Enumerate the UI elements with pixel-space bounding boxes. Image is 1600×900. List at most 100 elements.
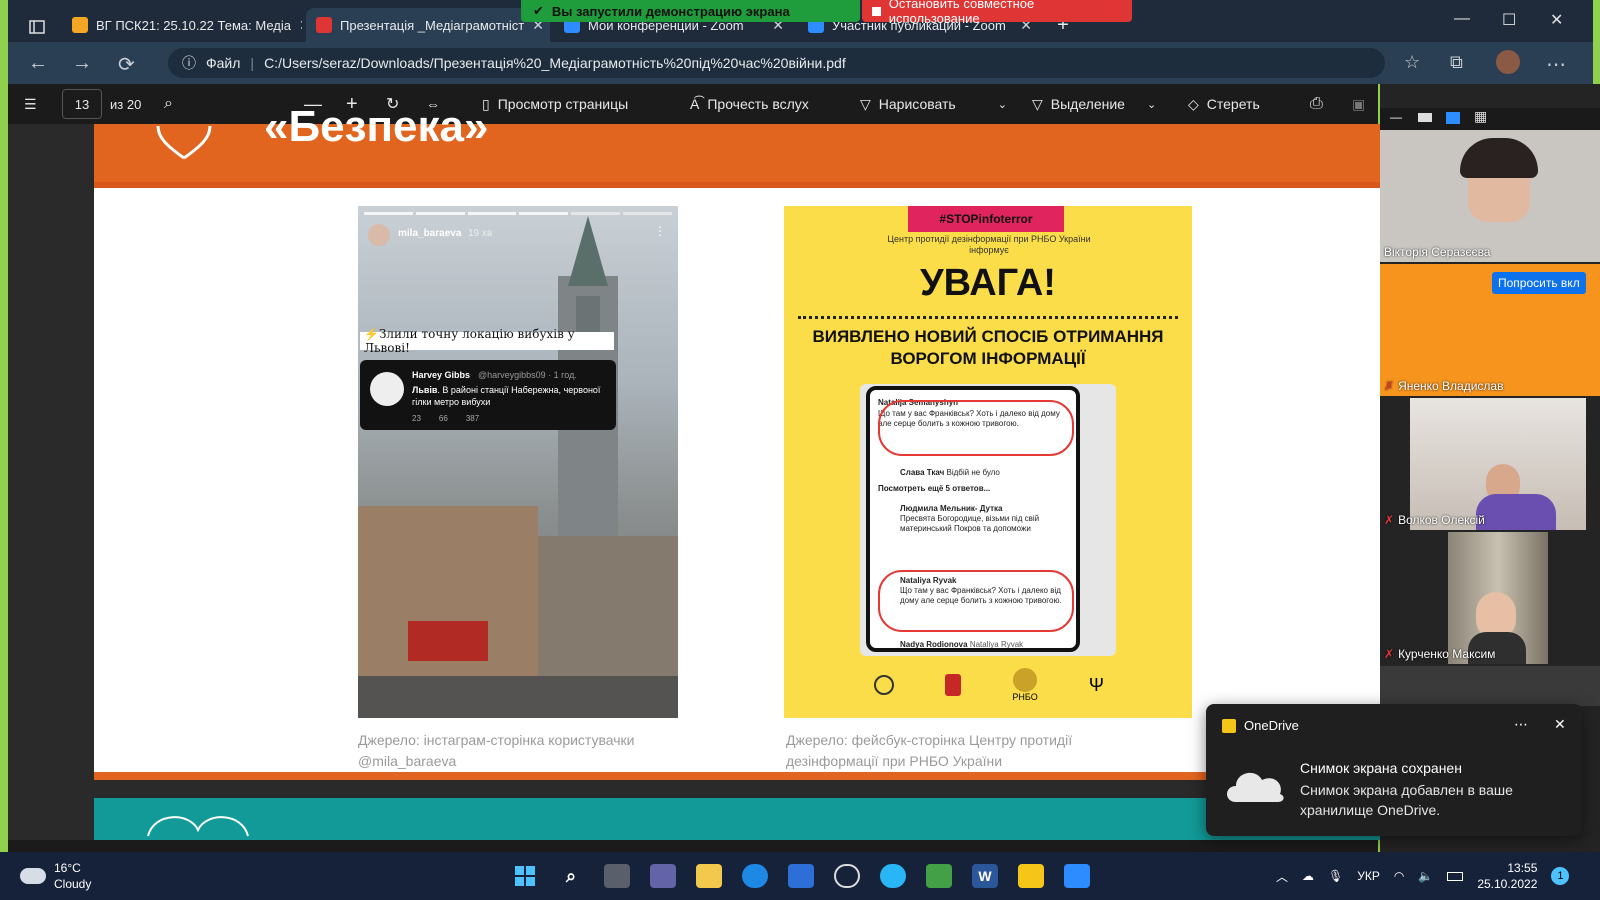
page-total: из 20 <box>110 96 142 112</box>
share-banner-text: Вы запустили демонстрацию экрана <box>551 3 790 19</box>
more-replies-link: Посмотреть ещё 5 ответов... <box>878 484 991 493</box>
highlighter-icon: ▽ <box>1032 95 1043 112</box>
tweet-text-body: . В районі станції Набережна, червоної г… <box>412 385 601 407</box>
comment-text: Nataliya Ryvak <box>969 640 1024 649</box>
reload-icon[interactable]: ⟳ <box>118 52 135 77</box>
reply-count: 23 <box>412 414 421 423</box>
phone-screenshot: Natalija Semanyshyn Що там у вас Франків… <box>860 384 1116 656</box>
read-aloud-icon: A͡ <box>690 96 700 112</box>
more-icon[interactable]: ⋯ <box>1546 52 1566 77</box>
app-icon[interactable] <box>834 864 860 888</box>
close-icon[interactable]: ✕ <box>299 17 302 34</box>
participant-tile[interactable]: ✗ Волков Олексій <box>1380 398 1600 530</box>
wifi-icon[interactable]: ◠ <box>1394 869 1404 883</box>
print-icon[interactable]: ⎙ <box>1310 84 1323 124</box>
tab-actions-icon[interactable] <box>22 10 52 44</box>
participant-tile[interactable]: ✗ Курченко Максим <box>1380 532 1600 664</box>
notepad-icon[interactable] <box>926 864 952 888</box>
collections-icon[interactable]: ⧉ <box>1450 52 1463 73</box>
more-icon[interactable]: ⋯ <box>1514 716 1528 733</box>
chevron-up-icon[interactable]: ︿ <box>1276 868 1288 885</box>
strip-view-icon[interactable] <box>1418 113 1432 122</box>
request-unmute-button[interactable]: Попросить вкл <box>1492 272 1586 294</box>
close-icon[interactable]: ✕ <box>1554 716 1566 733</box>
url-separator: | <box>250 55 255 71</box>
search-icon[interactable]: ⌕ <box>558 864 584 888</box>
notification-badge[interactable]: 1 <box>1551 867 1570 885</box>
forward-icon[interactable]: → <box>72 52 92 75</box>
teams-chat-icon[interactable] <box>650 864 676 888</box>
microsoft-store-icon[interactable] <box>788 864 814 888</box>
onedrive-tray-icon[interactable]: ☁ <box>1302 869 1314 883</box>
url-field[interactable]: ⓘ Файл | C:/Users/seraz/Downloads/Презен… <box>168 48 1385 78</box>
language-indicator[interactable]: УКР <box>1357 869 1380 883</box>
maximize-icon[interactable]: ☐ <box>1502 10 1516 30</box>
favorites-icon[interactable]: ☆ <box>1404 52 1420 73</box>
minimize-icon[interactable]: — <box>1390 110 1402 124</box>
zoom-gallery-controls: — ▦ <box>1380 108 1600 130</box>
save-icon[interactable]: ▣ <box>1352 84 1365 124</box>
read-aloud-button[interactable]: A͡ Прочесть вслух <box>690 84 809 124</box>
participant-tile[interactable] <box>1380 666 1600 706</box>
highlight-label: Выделение <box>1050 96 1125 112</box>
participant-tile[interactable]: Вікторія Серазєєва <box>1380 130 1600 262</box>
back-icon[interactable]: ← <box>28 52 48 75</box>
erase-button[interactable]: ◇ Стереть <box>1188 84 1260 124</box>
tab-presentation[interactable]: Презентація _Медіаграмотніст ✕ <box>306 8 550 42</box>
participant-tile[interactable]: Попросить вкл ✗ Яненко Владислав <box>1380 264 1600 396</box>
file-explorer-icon[interactable] <box>696 864 722 888</box>
instagram-story-image: mila_baraeva 19 хв ⋮ ⚡Злили точну локаці… <box>358 206 678 718</box>
participant-name: ✗ Волков Олексій <box>1384 513 1485 527</box>
comment-item: Nadya Rodionova Nataliya Ryvak <box>900 640 1076 649</box>
battery-icon[interactable] <box>1447 871 1464 881</box>
participant-name: ✗ Яненко Владислав <box>1384 379 1503 393</box>
url-text: C:/Users/seraz/Downloads/Презентація%20_… <box>264 55 846 71</box>
gallery-view-icon[interactable]: ▦ <box>1474 108 1487 125</box>
comment-author: Людмила Мельник- Дутка <box>900 504 1003 513</box>
microphone-icon[interactable]: 🎙 <box>1328 869 1343 883</box>
slide-header-text: «Безпека» <box>264 102 489 151</box>
trident-icon: Ψ <box>1088 674 1104 695</box>
tab-vg-psk21[interactable]: ВГ ПСК21: 25.10.22 Тема: Медіа ✕ <box>62 8 302 42</box>
chevron-down-icon[interactable]: ⌄ <box>998 98 1007 111</box>
clock[interactable]: 13:55 25.10.2022 <box>1477 860 1537 892</box>
contents-icon[interactable]: ☰ <box>24 84 37 124</box>
edge-browser-icon[interactable] <box>742 864 768 888</box>
weather-temp: 16°C <box>54 861 81 875</box>
stop-share-button[interactable]: Остановить совместное использование <box>862 0 1132 26</box>
highlight-circle <box>878 570 1074 632</box>
slide-header-line <box>94 182 1380 188</box>
close-window-icon[interactable]: ✕ <box>1550 10 1563 30</box>
participant-hair <box>1460 138 1538 178</box>
onedrive-notification[interactable]: OneDrive ⋯ ✕ Снимок экрана сохранен Сним… <box>1206 704 1582 836</box>
draw-button[interactable]: ▽ Нарисовать ⌄ <box>860 84 1007 124</box>
poster-org: Центр протидії дезінформації при РНБО Ук… <box>887 234 1091 255</box>
participant-name: Вікторія Серазєєва <box>1384 245 1490 259</box>
slide-page: «Безпека» mila_baraeva 19 хв ⋮ ⚡Злили то… <box>94 102 1380 780</box>
minimize-icon[interactable]: — <box>1454 10 1470 28</box>
caption-right: Джерело: фейсбук-сторінка Центру протиді… <box>786 732 1073 769</box>
chevron-down-icon[interactable]: ⌄ <box>1147 98 1156 111</box>
comment-item: Слава Ткач Відбій не було <box>900 468 1070 477</box>
speaker-view-icon[interactable] <box>1446 112 1460 124</box>
page-number-input[interactable]: 13 <box>62 89 102 119</box>
page-view-button[interactable]: ▯ Просмотр страницы <box>482 84 628 124</box>
volume-icon[interactable]: 🔈 <box>1418 869 1433 883</box>
toast-header: OneDrive <box>1222 718 1299 733</box>
comment-text: Пресвята Богородице, візьми під свій мат… <box>900 514 1040 533</box>
windows-start-icon[interactable] <box>512 864 538 888</box>
profile-avatar[interactable] <box>1496 50 1520 74</box>
weather-widget[interactable]: 16°C Cloudy <box>20 852 91 900</box>
task-view-icon[interactable] <box>604 864 630 888</box>
tweet-text: Львів. В районі станції Набережна, черво… <box>412 384 608 408</box>
highlight-button[interactable]: ▽ Выделение ⌄ <box>1032 84 1156 124</box>
erase-label: Стереть <box>1206 96 1260 112</box>
caption-left: Джерело: інстаграм-сторінка користувачки… <box>358 732 635 769</box>
onedrive-icon[interactable] <box>1018 864 1044 888</box>
poster-subtitle: ВИЯВЛЕНО НОВИЙ СПОСІБ ОТРИМАННЯ ВОРОГОМ … <box>812 327 1164 368</box>
word-icon[interactable]: W <box>972 864 998 888</box>
story-headline: ⚡Злили точну локацію вибухів у Львові! <box>360 327 614 355</box>
pdf-viewport[interactable]: «Безпека» mila_baraeva 19 хв ⋮ ⚡Злили то… <box>8 102 1380 840</box>
zoom-app-icon[interactable] <box>1064 864 1090 888</box>
chrome-icon[interactable] <box>880 864 906 888</box>
